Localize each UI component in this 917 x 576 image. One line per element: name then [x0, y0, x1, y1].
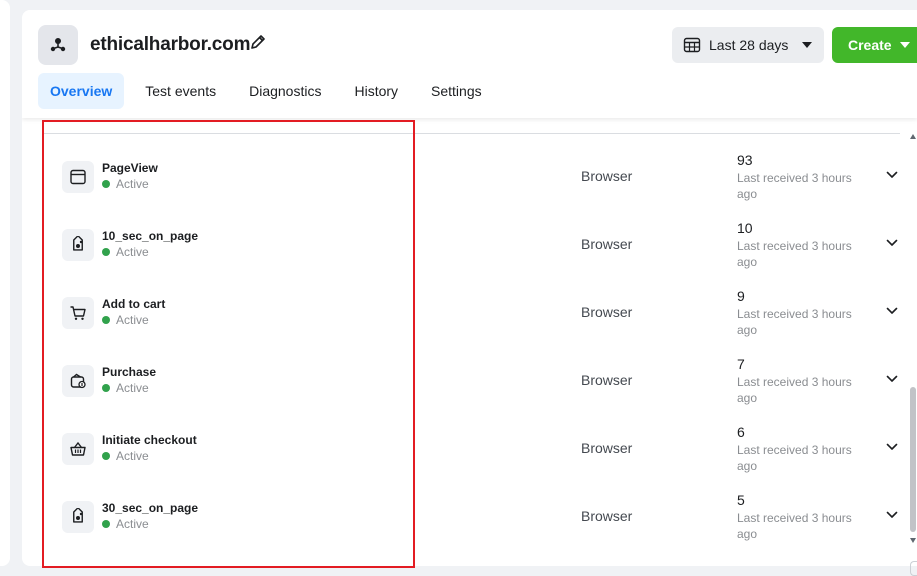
- tab-overview[interactable]: Overview: [38, 73, 125, 109]
- caret-down-icon: [900, 42, 910, 48]
- corner-widget: [910, 561, 917, 576]
- event-last-received: Last received 3 hours ago: [737, 171, 852, 201]
- tab-bar: Overview Test events Diagnostics History…: [38, 73, 503, 109]
- highlight-annotation: [42, 120, 415, 568]
- event-count: 93: [737, 152, 753, 168]
- date-range-button[interactable]: Last 28 days: [672, 27, 824, 63]
- event-source: Browser: [581, 236, 633, 252]
- tab-history[interactable]: History: [342, 73, 410, 109]
- create-label: Create: [848, 37, 892, 53]
- pencil-icon[interactable]: [248, 32, 268, 52]
- event-last-received: Last received 3 hours ago: [737, 511, 852, 541]
- calendar-icon: [683, 37, 701, 53]
- chevron-down-icon[interactable]: [885, 372, 899, 386]
- event-last-received: Last received 3 hours ago: [737, 375, 852, 405]
- scroll-up-icon[interactable]: [910, 134, 916, 139]
- tab-test-events[interactable]: Test events: [133, 73, 228, 109]
- chevron-down-icon[interactable]: [885, 168, 899, 182]
- event-source: Browser: [581, 508, 633, 524]
- create-button[interactable]: Create: [832, 27, 917, 63]
- tab-diagnostics[interactable]: Diagnostics: [237, 73, 333, 109]
- event-last-received: Last received 3 hours ago: [737, 239, 852, 269]
- left-panel: [0, 0, 10, 566]
- chevron-down-icon[interactable]: [885, 304, 899, 318]
- date-range-label: Last 28 days: [709, 37, 789, 53]
- page-header: ethicalharbor.com Last 28 days Create Ov…: [22, 10, 917, 118]
- event-count: 6: [737, 424, 745, 440]
- event-source: Browser: [581, 304, 633, 320]
- scroll-down-icon[interactable]: [910, 538, 916, 543]
- tab-settings[interactable]: Settings: [419, 73, 494, 109]
- event-count: 10: [737, 220, 753, 236]
- event-source: Browser: [581, 440, 633, 456]
- event-count: 9: [737, 288, 745, 304]
- event-count: 7: [737, 356, 745, 372]
- event-source: Browser: [581, 168, 633, 184]
- caret-down-icon: [802, 42, 812, 48]
- event-source: Browser: [581, 372, 633, 388]
- event-count: 5: [737, 492, 745, 508]
- pixel-dataset-icon: [38, 25, 78, 65]
- vertical-scrollbar[interactable]: [909, 134, 917, 548]
- scroll-thumb[interactable]: [910, 387, 916, 532]
- event-last-received: Last received 3 hours ago: [737, 443, 852, 473]
- chevron-down-icon[interactable]: [885, 440, 899, 454]
- event-last-received: Last received 3 hours ago: [737, 307, 852, 337]
- page-title: ethicalharbor.com: [90, 34, 251, 55]
- chevron-down-icon[interactable]: [885, 236, 899, 250]
- chevron-down-icon[interactable]: [885, 508, 899, 522]
